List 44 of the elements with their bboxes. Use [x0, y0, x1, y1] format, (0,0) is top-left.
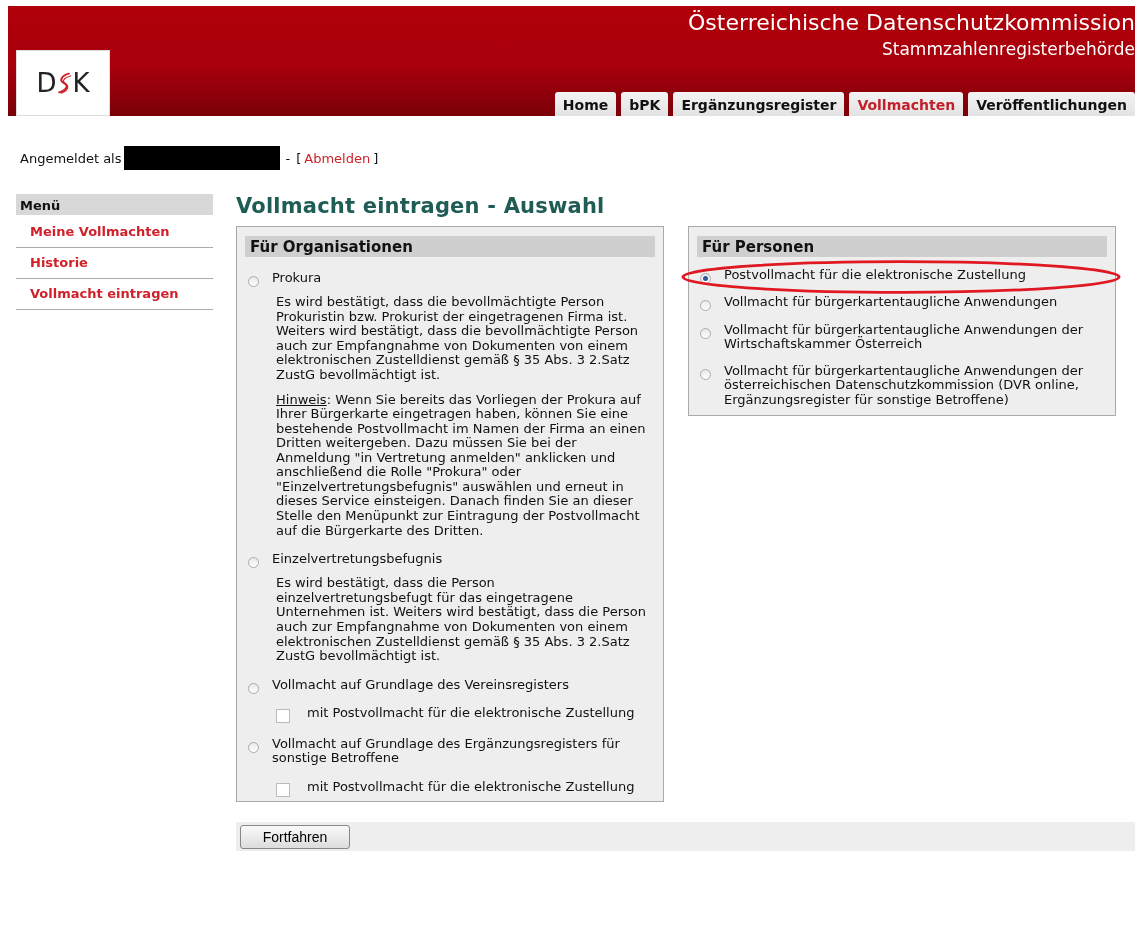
- logo: D K: [16, 50, 110, 116]
- radio-button[interactable]: [700, 369, 711, 381]
- radio-button[interactable]: [700, 327, 711, 339]
- site-title: Österreichische Datenschutzkommission: [688, 10, 1135, 35]
- sidebar-item[interactable]: Vollmacht eintragen: [16, 279, 213, 310]
- description-text: Es wird bestätigt, dass die bevollmächtigte Person Prokuristin bzw. Prokurist der eingetragenen Firma ist. Weiters wird bestätigt, dass die bevollmächtigte Person auch zur Empfangnahme von Dokumenten von einem elektronischen Zustelldienst gemäß § 35 Abs. 3 2.Satz ZustG bevollmächtigt ist.: [276, 295, 640, 383]
- option-label: Vollmacht auf Grundlage des Vereinsregisters: [272, 677, 570, 692]
- bracket-text: ]: [373, 150, 379, 166]
- site-subtitle: Stammzahlenregisterbehörde: [882, 39, 1135, 59]
- option-label: Vollmacht für bürgerkartentaugliche Anwendungen der Wirtschaftskammer Österreich: [724, 322, 1084, 352]
- panel-heading: Für Personen: [697, 236, 1107, 257]
- continue-button[interactable]: Fortfahren: [240, 824, 350, 849]
- login-label: Angemeldet als: [20, 150, 122, 166]
- panel-heading: Für Organisationen: [245, 236, 655, 257]
- radio-button[interactable]: [248, 741, 259, 753]
- option-label: Einzelvertretungsbefugnis: [272, 552, 444, 567]
- nav-tab[interactable]: Veröffentlichungen: [968, 92, 1135, 116]
- option-label: Vollmacht für bürgerkartentaugliche Anwendungen der österreichischen Datenschutzkommission (DVR online, Ergänzungsregister für sonstige Betroffene): [724, 364, 1084, 408]
- description-text: Es wird bestätigt, dass die Person einzelvertretungsbefugt für das eingetragene Unternehmen ist. Weiters wird bestätigt, dass die Person auch zur Empfangnahme von Dokumenten von einem elektronischen Zustelldienst gemäß § 35 Abs. 3 2.Satz ZustG bevollmächtigt ist.: [276, 576, 647, 664]
- nav-tab[interactable]: bPK: [621, 92, 669, 116]
- radio-button[interactable]: [248, 276, 259, 287]
- page-title: Vollmacht eintragen - Auswahl: [236, 194, 606, 218]
- option-label: Prokura: [272, 271, 323, 286]
- radio-button[interactable]: [248, 557, 259, 569]
- radio-button[interactable]: [700, 300, 711, 312]
- description-text: Hinweis: Wenn Sie bereits das Vorliegen der Prokura auf Ihrer Bürgerkarte eingetragen haben, können Sie eine bestehende Postvollmacht im Namen der Firma an einen Dritten weitergeben. Dazu müssen Sie bei der Anmeldung "in Vertretung anmelden" anklicken und anschließend die Rolle "Prokura" oder "Einzelvertretungsbefugnis" auswählen und erneut in dieses Service einsteigen. Danach finden Sie an dieser Stelle den Menüpunkt zur Eintragung der Postvollmacht auf die Bürgerkarte des Dritten.: [276, 392, 647, 539]
- checkbox[interactable]: [276, 708, 290, 723]
- radio-button[interactable]: [248, 682, 259, 694]
- separator-text: -: [285, 150, 291, 166]
- checkbox[interactable]: [276, 782, 290, 797]
- menu-heading: Menü: [16, 194, 213, 217]
- checkbox-label: mit Postvollmacht für die elektronische Zustellung: [307, 779, 635, 794]
- option-label: Postvollmacht für die elektronische Zustellung: [724, 268, 1027, 283]
- nav-tab[interactable]: Ergänzungsregister: [673, 92, 845, 116]
- logout-link[interactable]: Abmelden: [304, 150, 371, 166]
- nav-tab[interactable]: Home: [554, 92, 617, 116]
- checkbox-label: mit Postvollmacht für die elektronische Zustellung: [307, 705, 635, 721]
- option-label: Vollmacht für bürgerkartentaugliche Anwendungen: [724, 295, 1059, 310]
- sidebar-item[interactable]: Historie: [16, 248, 213, 279]
- bracket-text: [: [296, 150, 302, 166]
- radio-button[interactable]: [700, 273, 711, 284]
- option-label: Vollmacht auf Grundlage des Ergänzungsregisters für sonstige Betroffene: [272, 736, 621, 766]
- nav-tab[interactable]: Vollmachten: [849, 92, 964, 116]
- sidebar-item[interactable]: Meine Vollmachten: [16, 217, 213, 248]
